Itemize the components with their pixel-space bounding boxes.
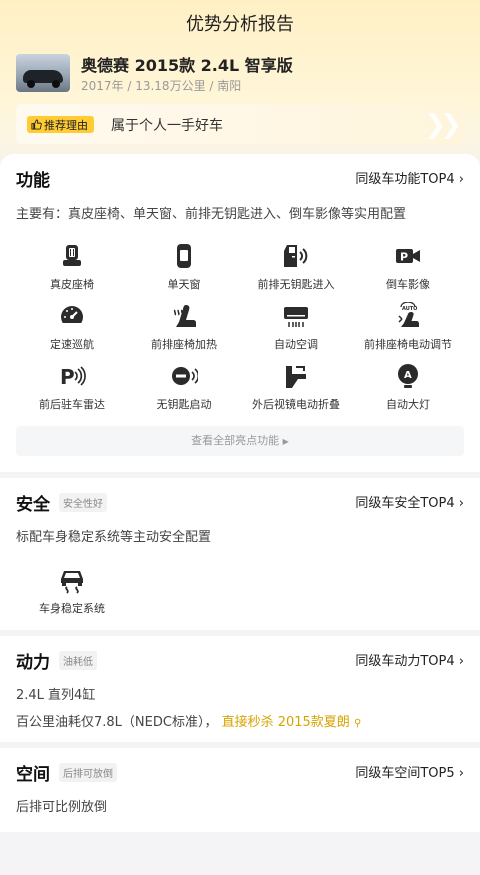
feature-item[interactable]: 真皮座椅	[16, 242, 128, 292]
feature-label: 车身稳定系统	[39, 602, 105, 615]
feature-item[interactable]: 车身稳定系统	[16, 566, 128, 616]
feature-item[interactable]: P 前后驻车雷达	[16, 362, 128, 412]
feature-label: 前后驻车雷达	[39, 398, 105, 411]
feature-item[interactable]: 无钥匙启动	[128, 362, 240, 412]
feature-item[interactable]: 前排座椅加热	[128, 302, 240, 352]
recommend-reason-badge: 推荐理由	[27, 116, 94, 133]
space-summary: 后排可比例放倒	[16, 800, 108, 815]
space-title: 空间	[16, 765, 50, 785]
keyless-entry-icon	[284, 245, 308, 267]
safety-tag: 安全性好	[59, 493, 107, 512]
safety-header: 安全 安全性好 同级车安全TOP4 ›	[16, 490, 464, 515]
space-rank-label: 同级车空间TOP5	[355, 766, 455, 781]
view-all-features-button[interactable]: 查看全部亮点功能 ▶	[16, 426, 464, 456]
cruise-control-icon	[61, 306, 83, 329]
power-title: 动力	[16, 653, 50, 673]
power-header: 动力 油耗低 同级车动力TOP4 ›	[16, 648, 464, 673]
feature-item[interactable]: 前排无钥匙进入	[240, 242, 352, 292]
safety-rank-link[interactable]: 同级车安全TOP4 ›	[355, 492, 464, 511]
power-seat-icon: AUTO	[398, 302, 419, 327]
esp-icon	[61, 571, 83, 594]
mirror-fold-icon	[286, 366, 306, 388]
car-thumbnail[interactable]	[16, 54, 70, 92]
feature-item[interactable]: 外后视镜电动折叠	[240, 362, 352, 412]
feature-label: 真皮座椅	[50, 278, 94, 291]
svg-text:P: P	[400, 251, 408, 264]
page-title: 优势分析报告	[186, 14, 294, 35]
power-rank-label: 同级车动力TOP4	[355, 654, 455, 669]
seat-heating-icon	[173, 305, 196, 327]
search-icon: ⚲	[353, 718, 362, 729]
feature-label: 自动大灯	[386, 398, 430, 411]
svg-text:AUTO: AUTO	[402, 306, 417, 312]
safety-rank-label: 同级车安全TOP4	[355, 496, 455, 511]
fuel-consumption-text: 百公里油耗仅7.8L（NEDC标准），	[16, 715, 218, 730]
sunroof-icon	[177, 244, 191, 268]
safety-section: 安全 安全性好 同级车安全TOP4 › 标配车身稳定系统等主动安全配置 车身稳定…	[0, 478, 480, 630]
car-meta: 2017年 / 13.18万公里 / 南阳	[81, 79, 242, 93]
chevron-right-icon: ›	[458, 172, 464, 187]
recommend-reason-label: 推荐理由	[44, 118, 88, 132]
parking-radar-icon: P	[60, 365, 86, 389]
feature-label: 单天窗	[167, 278, 201, 291]
power-section: 动力 油耗低 同级车动力TOP4 › 2.4L 直列4缸 百公里油耗仅7.8L（…	[0, 636, 480, 742]
feature-item[interactable]: 定速巡航	[16, 302, 128, 352]
feature-item[interactable]: A 自动大灯	[352, 362, 464, 412]
space-rank-link[interactable]: 同级车空间TOP5 ›	[355, 762, 464, 781]
auto-ac-icon	[284, 307, 308, 327]
features-rank-label: 同级车功能TOP4	[355, 172, 455, 187]
triangle-right-icon: ▶	[282, 437, 289, 446]
features-header: 功能 同级车功能TOP4 ›	[16, 166, 464, 191]
feature-label: 定速巡航	[50, 338, 94, 351]
chevron-right-icon: ›	[458, 766, 464, 781]
reverse-camera-icon: P	[396, 249, 420, 264]
svg-text:P: P	[60, 365, 75, 389]
feature-label: 自动空调	[274, 338, 318, 351]
chevron-right-icon: ›	[458, 654, 464, 669]
competitor-link-label: 直接秒杀 2015款夏朗	[221, 715, 350, 730]
features-section: 功能 同级车功能TOP4 › 主要有：真皮座椅、单天窗、前排无钥匙进入、倒车影像…	[0, 154, 480, 472]
auto-headlight-icon: A	[398, 364, 418, 388]
features-summary: 主要有：真皮座椅、单天窗、前排无钥匙进入、倒车影像等实用配置	[16, 207, 407, 222]
engine-spec: 2.4L 直列4缸	[16, 688, 96, 703]
feature-label: 外后视镜电动折叠	[252, 398, 340, 411]
power-rank-link[interactable]: 同级车动力TOP4 ›	[355, 650, 464, 669]
features-title: 功能	[16, 171, 50, 191]
safety-title: 安全	[16, 495, 50, 515]
leather-seat-icon	[63, 245, 81, 266]
car-name: 奥德赛 2015款 2.4L 智享版	[81, 56, 293, 75]
competitor-link[interactable]: 直接秒杀 2015款夏朗 ⚲	[222, 715, 362, 730]
feature-label: 前排座椅电动调节	[364, 338, 452, 351]
recommend-reason-banner: 推荐理由 属于个人一手好车 ❯❯	[16, 104, 464, 144]
feature-label: 前排座椅加热	[151, 338, 217, 351]
keyless-start-icon	[172, 367, 198, 385]
safety-summary: 标配车身稳定系统等主动安全配置	[16, 530, 212, 545]
power-tag: 油耗低	[59, 651, 97, 670]
space-tag: 后排可放倒	[59, 763, 117, 782]
chevron-right-icon: ›	[458, 496, 464, 511]
thumbs-up-icon	[31, 119, 42, 130]
feature-label: 倒车影像	[386, 278, 430, 291]
space-header: 空间 后排可放倒 同级车空间TOP5 ›	[16, 760, 464, 785]
feature-item[interactable]: P 倒车影像	[352, 242, 464, 292]
feature-label: 前排无钥匙进入	[257, 278, 335, 291]
chevron-decoration-icon: ❯❯	[424, 110, 461, 140]
feature-item[interactable]: 自动空调	[240, 302, 352, 352]
recommend-reason-text: 属于个人一手好车	[111, 118, 223, 134]
feature-item[interactable]: AUTO 前排座椅电动调节	[352, 302, 464, 352]
features-rank-link[interactable]: 同级车功能TOP4 ›	[355, 168, 464, 187]
svg-text:A: A	[404, 370, 412, 381]
fuel-consumption: 百公里油耗仅7.8L（NEDC标准）， 直接秒杀 2015款夏朗 ⚲	[16, 711, 361, 730]
view-all-features-label: 查看全部亮点功能	[191, 434, 280, 447]
space-section: 空间 后排可放倒 同级车空间TOP5 › 后排可比例放倒	[0, 748, 480, 832]
feature-item[interactable]: 单天窗	[128, 242, 240, 292]
feature-label: 无钥匙启动	[156, 398, 212, 411]
report-header: 优势分析报告 奥德赛 2015款 2.4L 智享版 2017年 / 13.18万…	[0, 0, 480, 172]
